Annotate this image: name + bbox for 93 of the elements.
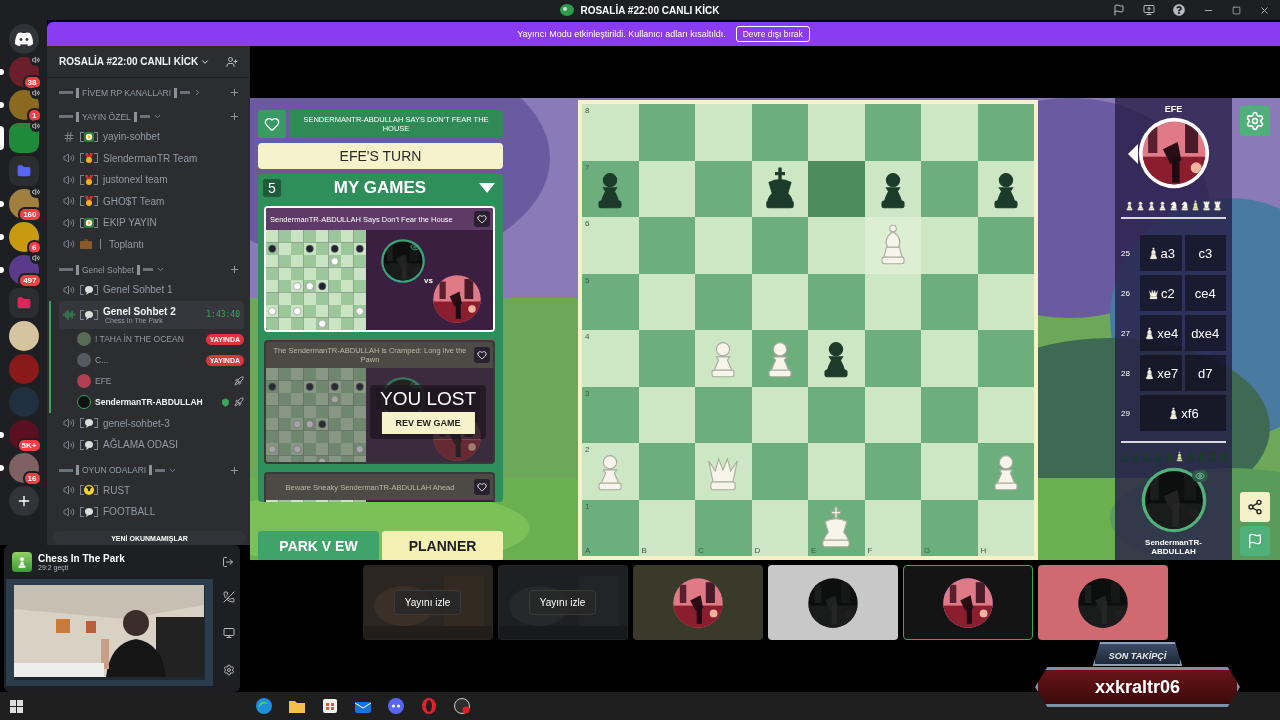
call-timer: 1:43:40: [206, 310, 240, 319]
maximize-icon[interactable]: [1232, 5, 1241, 15]
channel-name: RUST: [103, 484, 132, 496]
server-name[interactable]: ROSALİA #22:00 CANLI KİCK: [59, 56, 199, 67]
server-icon[interactable]: [8, 222, 39, 252]
follower-label: SON TAKİPÇİ: [1108, 651, 1167, 661]
invite-icon[interactable]: [226, 55, 238, 68]
stream-tile[interactable]: Yayını izle: [497, 565, 628, 640]
category-name[interactable]: YAYIN ÖZEL: [82, 111, 131, 122]
add-channel-icon[interactable]: [229, 111, 240, 122]
channel-item[interactable]: SlendermanTR Team: [59, 147, 244, 169]
channel-name: AĞLAMA ODASI: [103, 439, 180, 451]
channel-name: Genel Sohbet 1: [103, 284, 174, 296]
member-name[interactable]: EFE: [95, 376, 230, 386]
channel-name: EKIP YAYIN: [103, 217, 158, 229]
mention-count: 5K+: [16, 438, 42, 453]
help-icon[interactable]: [1173, 4, 1185, 16]
speaker-icon: [63, 152, 75, 165]
channel-name: FOOTBALL: [103, 506, 157, 518]
participant-tile[interactable]: [632, 565, 763, 640]
mention-count: 160: [18, 207, 42, 222]
recorder-icon[interactable]: [454, 698, 470, 714]
chat-app-icon[interactable]: [388, 698, 404, 714]
add-channel-icon[interactable]: [229, 87, 240, 98]
add-channel-icon[interactable]: [229, 264, 240, 275]
screen-icon[interactable]: [1143, 4, 1155, 16]
speaker-icon: [63, 216, 75, 229]
channel-name: Toplantı: [109, 238, 146, 250]
server-logo-icon: [560, 4, 575, 16]
channel-item[interactable]: genel-sohbet-3: [59, 412, 244, 434]
mention-count: 16: [22, 471, 42, 486]
activity-title: Chess In The Park: [38, 553, 126, 564]
speaker-icon: [63, 238, 75, 251]
disable-button[interactable]: Devre dışı bırak: [735, 26, 810, 42]
window-title: ROSALİA #22:00 CANLI KİCK: [580, 4, 720, 16]
speaker-icon: [63, 438, 75, 451]
member-name[interactable]: ! TAHA İN THE OCEAN: [95, 334, 202, 344]
channel-name: GHO$T Team: [103, 195, 166, 207]
server-icon[interactable]: [8, 321, 39, 351]
stream-tile[interactable]: Yayını izle: [362, 565, 493, 640]
speaker-icon: [63, 484, 75, 497]
channel-name: justonexl team: [103, 174, 169, 186]
channel-item[interactable]: GHO$T Team: [59, 190, 244, 212]
speaker-icon: [63, 195, 75, 208]
speaker-icon: [63, 505, 75, 518]
hang-up-icon[interactable]: [222, 591, 235, 604]
channel-name: genel-sohbet-3: [103, 417, 171, 429]
server-folder[interactable]: [8, 156, 39, 186]
member-name[interactable]: SendermanTR-ABDULLAH: [95, 397, 217, 407]
channel-item[interactable]: FOOTBALL: [59, 501, 244, 523]
channel-item[interactable]: Genel Sohbet 1: [59, 279, 244, 301]
follower-name: xxkraltr06: [1094, 676, 1181, 698]
chevron-down-icon[interactable]: [156, 265, 165, 274]
channel-name: Genel Sohbet 2: [103, 305, 177, 317]
browser-icon[interactable]: [256, 698, 272, 714]
speaker-icon: [63, 417, 75, 430]
participant-tile[interactable]: [767, 565, 898, 640]
screen-icon[interactable]: [222, 627, 235, 640]
home-logo-icon[interactable]: [8, 24, 39, 54]
participant-tile[interactable]: [1037, 565, 1168, 640]
member-name[interactable]: C...: [95, 355, 202, 365]
add-channel-icon[interactable]: [229, 464, 240, 476]
add-server-button[interactable]: [8, 486, 39, 516]
channel-item[interactable]: RUST: [59, 479, 244, 501]
category-name[interactable]: OYUN ODALARI: [82, 465, 147, 475]
channel-item[interactable]: justonexl team: [59, 169, 244, 191]
speaker-icon: [63, 173, 75, 186]
settings-icon[interactable]: [222, 663, 235, 676]
server-folder[interactable]: [8, 288, 39, 318]
category-name[interactable]: Genel Sohbet: [82, 264, 134, 275]
watch-stream-button[interactable]: Yayını izle: [393, 590, 462, 615]
windows-start-icon[interactable]: [8, 698, 24, 714]
inbox-icon[interactable]: [1113, 4, 1125, 16]
category-name[interactable]: FİVEM RP KANALLARI: [82, 87, 172, 98]
channel-item[interactable]: yayin-sohbet: [59, 126, 244, 148]
store-icon[interactable]: [322, 698, 338, 714]
close-icon[interactable]: [1259, 4, 1270, 16]
channel-name: yayin-sohbet: [103, 131, 161, 143]
hash-icon: [63, 130, 75, 143]
channel-name: SlendermanTR Team: [103, 152, 199, 164]
folder-icon[interactable]: [289, 698, 305, 714]
opera-icon[interactable]: [421, 698, 437, 714]
banner-message: Yayıncı Modu etkinleştirildi. Kullanıcı adları kısaltıldı.: [517, 29, 726, 39]
leave-activity-icon[interactable]: [222, 556, 234, 568]
channel-item[interactable]: AĞLAMA ODASI: [59, 434, 244, 456]
watch-stream-button[interactable]: Yayını izle: [528, 590, 597, 615]
channel-item[interactable]: EKIP YAYIN: [59, 212, 244, 234]
mention-count: 497: [18, 273, 42, 288]
voice-activity-icon: [63, 308, 75, 321]
participant-tile[interactable]: [902, 565, 1033, 640]
chevron-down-icon[interactable]: [152, 112, 162, 121]
speaker-icon: [63, 283, 75, 296]
channel-item[interactable]: Toplantı: [59, 233, 244, 255]
